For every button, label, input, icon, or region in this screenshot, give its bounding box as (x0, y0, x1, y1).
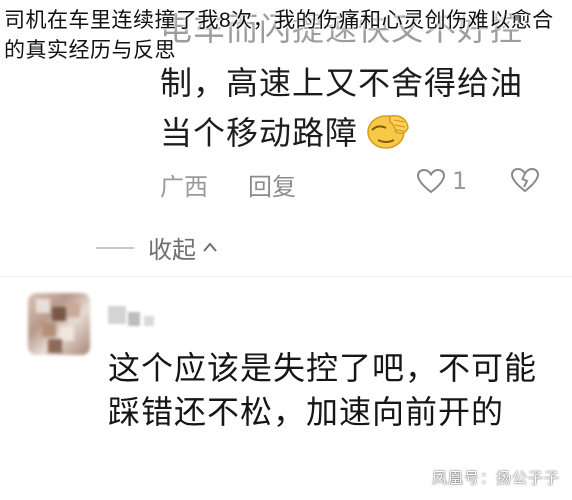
screenshot-page: 电车而闪提速快又不好控 制，高速上又不舍得给油 当个移动路障 司机在车里连续撞了… (0, 0, 572, 500)
broken-heart-icon (510, 167, 540, 193)
chevron-up-icon (202, 237, 218, 258)
prev-comment-meta: 广西 回复 1 (160, 167, 560, 202)
username-blurred (108, 302, 160, 330)
divider (0, 276, 572, 277)
like-count: 1 (452, 167, 468, 195)
heart-icon (416, 168, 446, 194)
collapse-replies-button[interactable]: 收起 (96, 230, 218, 265)
region-label: 广西 (160, 173, 208, 201)
dislike-button[interactable] (510, 167, 540, 199)
prev-comment-line-3: 当个移动路障 (160, 114, 359, 152)
comment-text: 这个应该是失控了吧，不可能踩错还不松，加速向前开的 (108, 349, 538, 431)
like-button[interactable]: 1 (416, 167, 467, 195)
facepalm-emoji-icon (364, 110, 412, 150)
collapse-dash (96, 246, 134, 249)
watermark: 凤凰号：扬公子子 (431, 469, 560, 487)
avatar[interactable] (28, 293, 90, 355)
reply-button[interactable]: 回复 (248, 167, 296, 202)
article-title: 司机在车里连续撞了我8次，我的伤痛和心灵创伤难以愈合的真实经历与反思 (4, 9, 554, 62)
collapse-label: 收起 (148, 236, 196, 264)
